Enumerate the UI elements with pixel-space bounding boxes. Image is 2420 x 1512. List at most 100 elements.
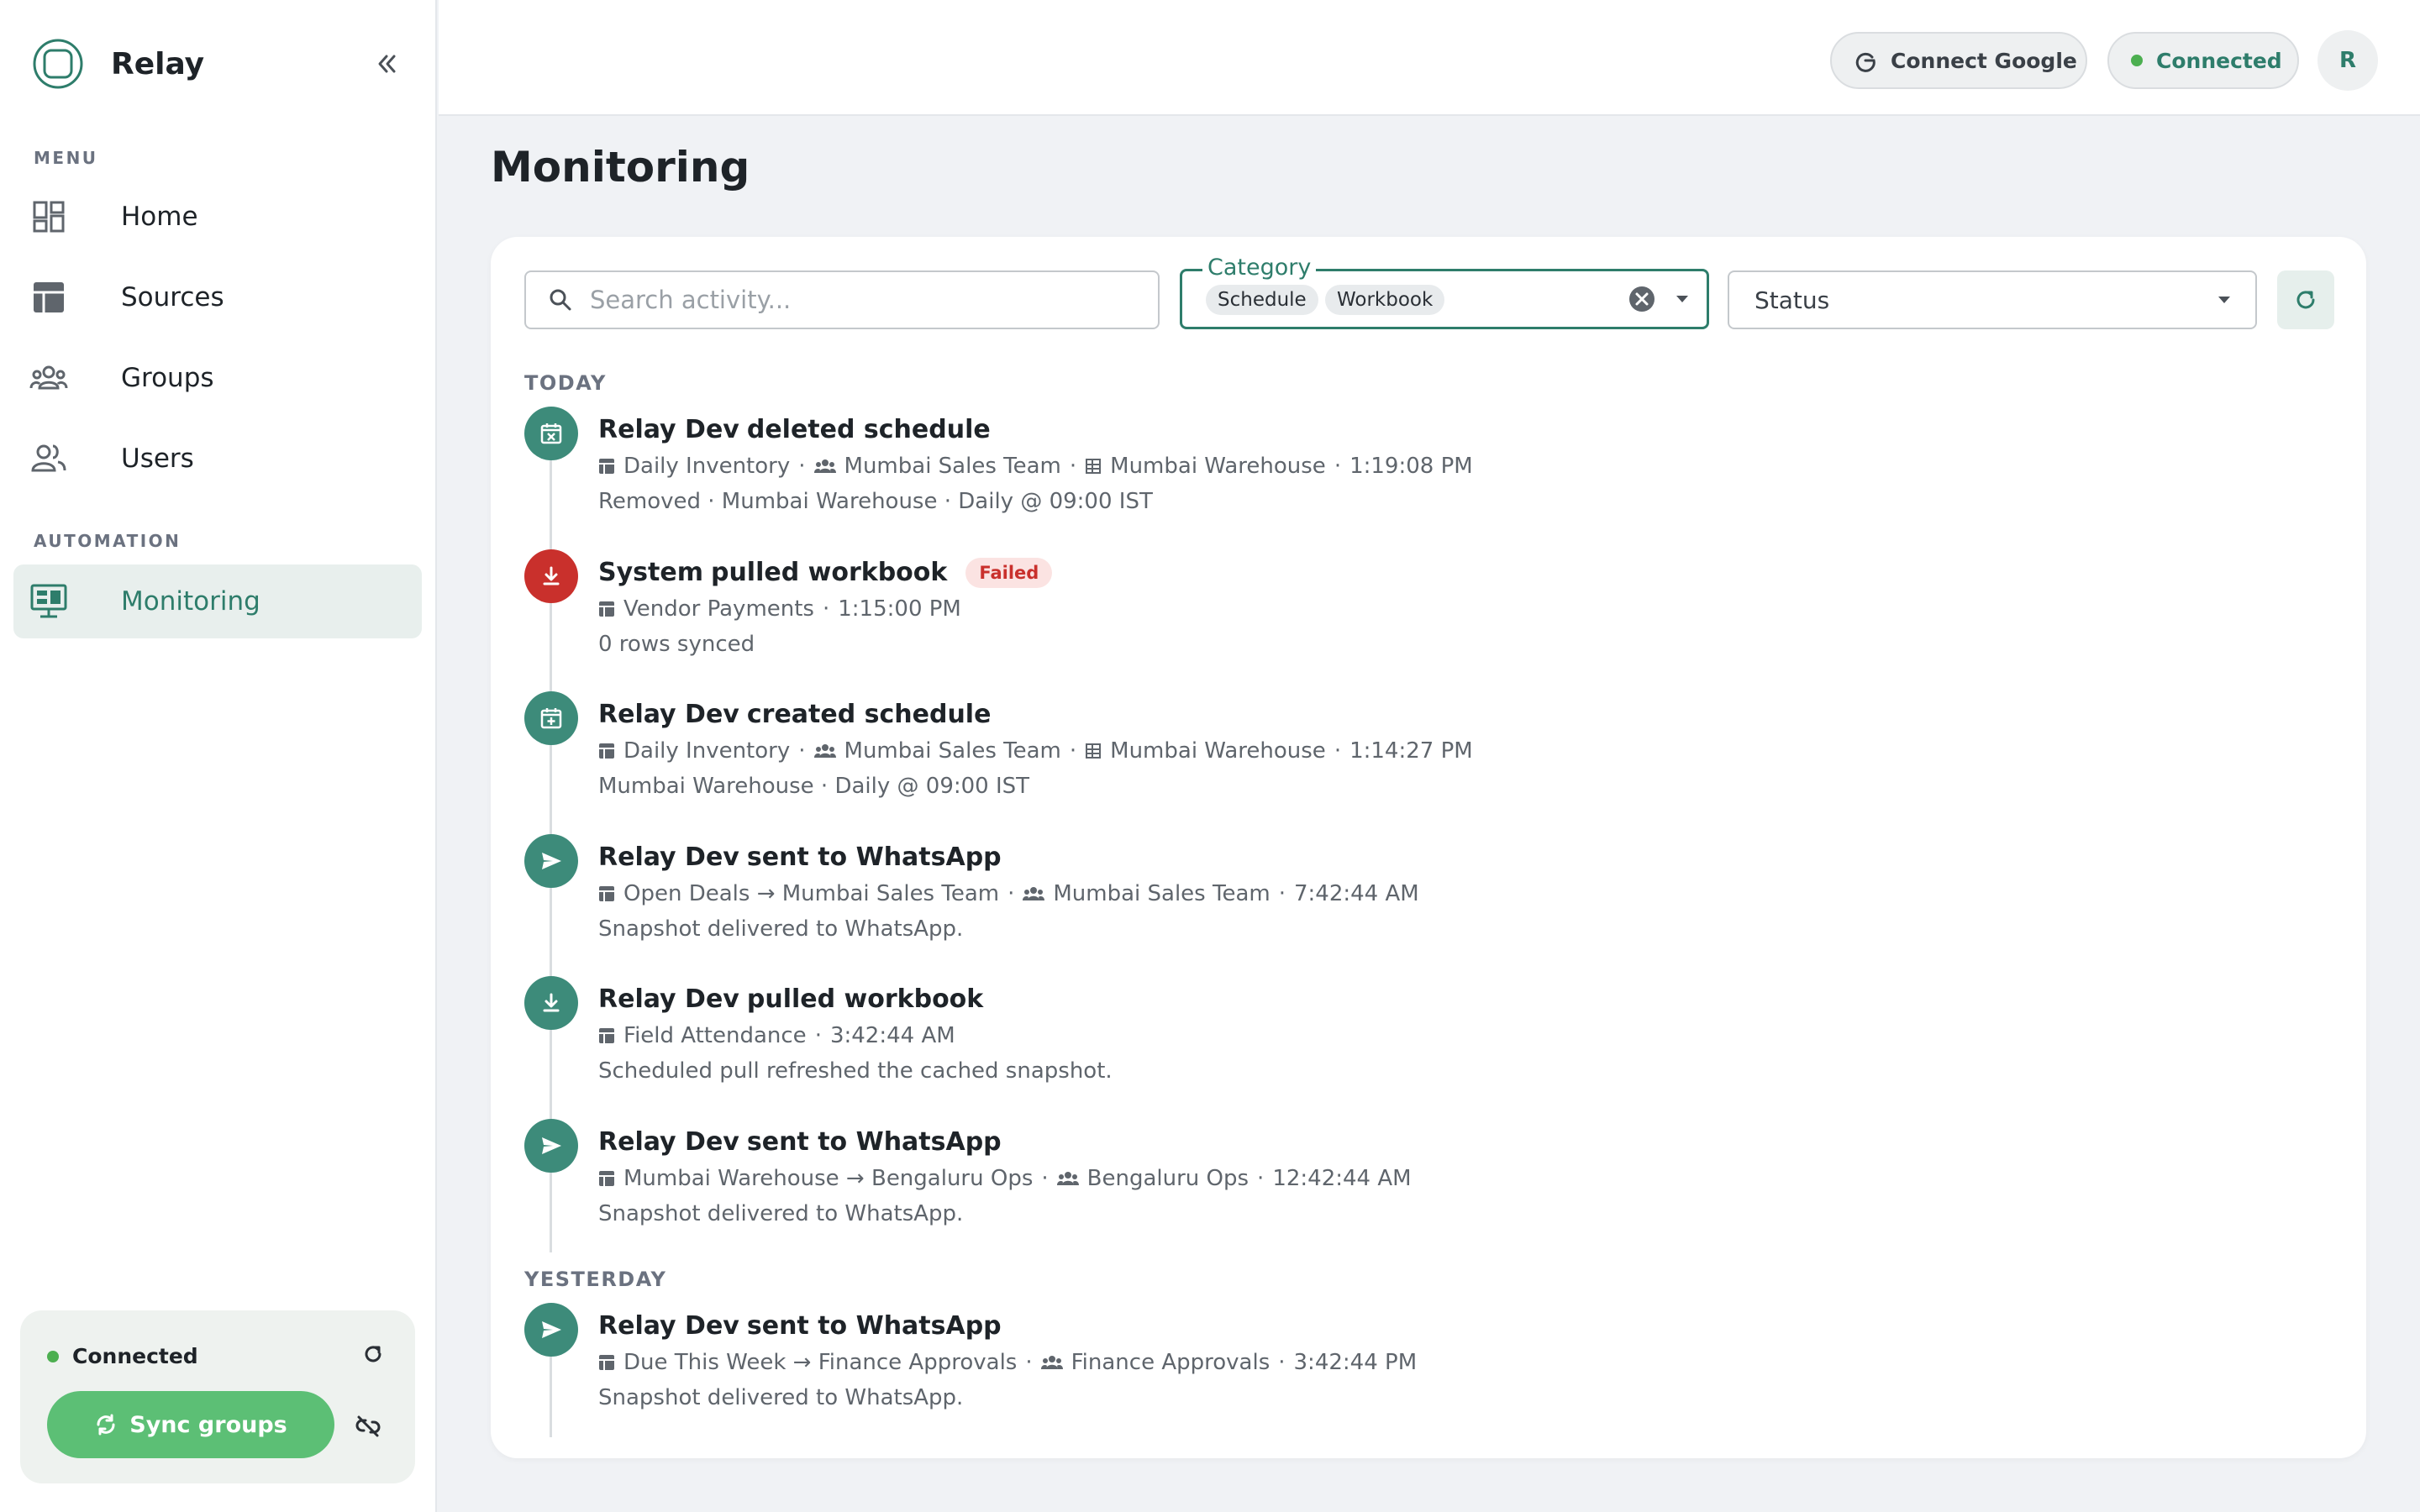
- sheet-icon: [598, 743, 615, 759]
- activity-meta: Field Attendance · 3:42:44 AM: [598, 1023, 955, 1048]
- status-select[interactable]: Status: [1728, 270, 2257, 329]
- meta-separator: ·: [1278, 1350, 1286, 1375]
- connection-status-label: Connected: [2156, 48, 2282, 73]
- meta-separator: ·: [1069, 738, 1077, 764]
- grid-icon: [1085, 743, 1102, 759]
- activity-item[interactable]: Relay Dev created schedule Daily Inventory…: [524, 691, 2331, 817]
- activity-action: sent to WhatsApp: [746, 842, 1002, 872]
- meta-separator: ·: [798, 454, 806, 479]
- refresh-icon: [2296, 291, 2315, 309]
- meta-separator: ·: [1069, 454, 1077, 479]
- meta-time: 7:42:44 AM: [1293, 880, 1419, 906]
- sheet-icon: [598, 1354, 615, 1371]
- meta-sheet: Due This Week → Finance Approvals: [623, 1350, 1018, 1375]
- unlink-icon[interactable]: [350, 1408, 387, 1445]
- activity-actor: System: [598, 558, 703, 587]
- activity-item[interactable]: Relay Dev pulled workbook Field Attendance…: [524, 976, 2331, 1102]
- topbar: Connect Google Connected R: [439, 0, 2420, 116]
- sidebar-item-groups[interactable]: Groups: [13, 341, 422, 415]
- search-icon: [550, 289, 571, 311]
- sidebar-item-sources[interactable]: Sources: [13, 260, 422, 334]
- activity-item[interactable]: Relay Dev deleted schedule Daily Inventory…: [524, 407, 2331, 533]
- connection-status-pill[interactable]: Connected: [2107, 32, 2299, 89]
- send-icon: [524, 833, 578, 888]
- table-icon: [29, 277, 69, 318]
- connect-google-button[interactable]: Connect Google: [1830, 32, 2087, 89]
- meta-group: Mumbai Sales Team: [844, 454, 1061, 479]
- search-input[interactable]: [588, 285, 1126, 315]
- automation-section-title: AUTOMATION: [34, 531, 182, 551]
- activity-detail: Removed · Mumbai Warehouse · Daily @ 09:…: [598, 489, 1153, 514]
- status-dot-icon: [2131, 55, 2143, 66]
- meta-separator: ·: [814, 1023, 822, 1048]
- meta-grid: Mumbai Warehouse: [1110, 738, 1326, 764]
- brand[interactable]: Relay: [30, 35, 204, 92]
- category-select[interactable]: Category Schedule Workbook: [1180, 255, 1709, 329]
- meta-separator: ·: [822, 596, 830, 622]
- sidebar-item-monitoring[interactable]: Monitoring: [13, 564, 422, 638]
- meta-group: Mumbai Sales Team: [844, 738, 1061, 764]
- activity-detail: Snapshot delivered to WhatsApp.: [598, 916, 964, 942]
- collapse-sidebar-icon[interactable]: [366, 44, 407, 84]
- monitor-icon: [29, 581, 69, 622]
- activity-actor: Relay Dev: [598, 984, 739, 1014]
- activity-item[interactable]: System pulled workbook Failed Vendor Paymen…: [524, 549, 2331, 675]
- groups-icon: [29, 358, 69, 398]
- meta-time: 12:42:44 AM: [1272, 1165, 1412, 1191]
- activity-item[interactable]: Relay Dev sent to WhatsApp Mumbai Warehous…: [524, 1118, 2331, 1245]
- activity-card: Category Schedule Workbook Status TODAY R…: [491, 237, 2366, 1458]
- activity-item[interactable]: Relay Dev sent to WhatsApp Open Deals → Mu…: [524, 833, 2331, 960]
- sidebar: Relay MENU Home Sources Groups Users AUT…: [0, 0, 437, 1512]
- chevron-down-icon: [2218, 297, 2230, 303]
- meta-sheet: Open Deals → Mumbai Sales Team: [623, 880, 1000, 906]
- activity-action: pulled workbook: [710, 558, 948, 587]
- meta-separator: ·: [1334, 454, 1342, 479]
- calendar-x-icon: [524, 407, 578, 460]
- sidebar-item-home[interactable]: Home: [13, 180, 422, 254]
- meta-sheet: Vendor Payments: [623, 596, 814, 622]
- group-icon: [813, 458, 836, 475]
- sidebar-item-label: Groups: [121, 363, 214, 393]
- meta-sheet: Mumbai Warehouse → Bengaluru Ops: [623, 1165, 1034, 1191]
- sidebar-item-users[interactable]: Users: [13, 422, 422, 496]
- status-badge: Failed: [965, 557, 1053, 588]
- category-chip-schedule[interactable]: Schedule: [1206, 285, 1318, 315]
- google-icon: [1855, 52, 1876, 72]
- refresh-button[interactable]: [2277, 270, 2334, 329]
- refresh-connection-icon[interactable]: [356, 1337, 390, 1371]
- group-icon: [1040, 1354, 1063, 1371]
- meta-sheet: Daily Inventory: [623, 738, 791, 764]
- group-label: TODAY: [524, 371, 607, 395]
- activity-meta: Mumbai Warehouse → Bengaluru Ops · Bengalu…: [598, 1166, 1412, 1191]
- activity-title: Relay Dev created schedule: [598, 700, 991, 729]
- activity-title: Relay Dev pulled workbook: [598, 984, 983, 1014]
- sync-groups-button[interactable]: Sync groups: [47, 1391, 334, 1458]
- connection-status-label: Connected: [72, 1344, 198, 1368]
- category-chip-workbook[interactable]: Workbook: [1325, 285, 1445, 315]
- download-icon: [524, 976, 578, 1030]
- sidebar-item-label: Users: [121, 444, 194, 474]
- avatar[interactable]: R: [2317, 30, 2378, 91]
- chevron-down-icon[interactable]: [1673, 290, 1691, 308]
- activity-meta: Open Deals → Mumbai Sales Team · Mumbai Sa…: [598, 881, 1419, 906]
- meta-grid: Mumbai Warehouse: [1110, 454, 1326, 479]
- activity-detail: Scheduled pull refreshed the cached snap…: [598, 1058, 1113, 1084]
- meta-sheet: Field Attendance: [623, 1023, 807, 1048]
- activity-item[interactable]: Relay Dev sent to WhatsApp Due This Week →…: [524, 1303, 2331, 1429]
- activity-detail: Snapshot delivered to WhatsApp.: [598, 1200, 964, 1226]
- activity-detail: Mumbai Warehouse · Daily @ 09:00 IST: [598, 774, 1030, 799]
- activity-action: sent to WhatsApp: [746, 1311, 1002, 1341]
- relay-logo-icon: [33, 39, 83, 89]
- sheet-icon: [598, 1170, 615, 1187]
- sheet-icon: [598, 885, 615, 902]
- activity-title: System pulled workbook Failed: [598, 557, 1053, 588]
- meta-separator: ·: [1041, 1165, 1049, 1191]
- sidebar-item-label: Home: [121, 202, 198, 232]
- clear-category-icon[interactable]: [1628, 285, 1656, 313]
- activity-actor: Relay Dev: [598, 415, 739, 444]
- activity-title: Relay Dev sent to WhatsApp: [598, 843, 1002, 872]
- sheet-icon: [598, 1027, 615, 1044]
- search-field[interactable]: [524, 270, 1160, 329]
- category-label: Category: [1202, 255, 1317, 281]
- meta-separator: ·: [1007, 880, 1015, 906]
